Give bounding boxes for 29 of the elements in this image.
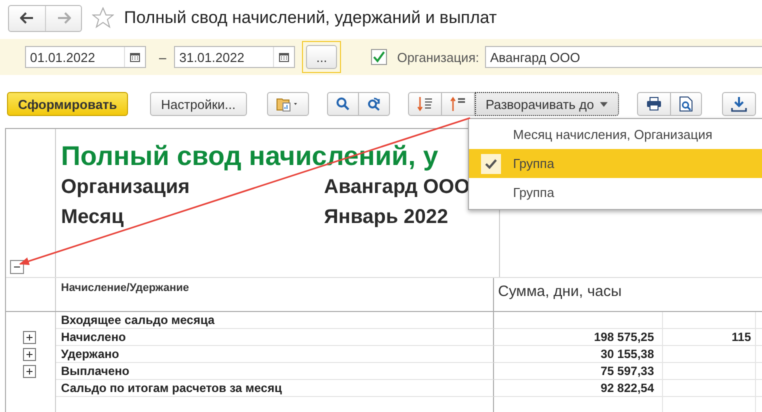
table-cell: 198 575,25 — [494, 329, 663, 346]
settings-button[interactable]: Настройки... — [150, 92, 247, 116]
parameter-label: Месяц — [61, 206, 125, 228]
date-field[interactable]: 31.01.2022 — [174, 46, 296, 68]
generate-button[interactable]: Сформировать — [7, 92, 128, 116]
table-cell: 115 — [663, 329, 756, 346]
table-cell: 75 597,33 — [494, 363, 663, 380]
range-dash: – — [159, 50, 166, 64]
table-cell: Удержано — [56, 346, 494, 363]
column-header: Сумма, дни, часы — [498, 283, 622, 300]
parameter-value: Авангард ООО — [324, 176, 470, 198]
menu-item[interactable]: Группа — [469, 178, 762, 207]
period-button[interactable]: ... — [306, 45, 338, 69]
expand-dropdown-button[interactable]: Разворачивать до — [474, 92, 619, 116]
menu-item[interactable]: Группа — [469, 149, 762, 178]
date-field[interactable]: 01.01.2022 — [25, 46, 146, 68]
column-header: Начисление/Удержание — [61, 282, 189, 294]
parameter-value: Январь 2022 — [324, 206, 448, 228]
table-cell: 30 155,38 — [494, 346, 663, 363]
window-title: Полный свод начислений, удержаний и выплат — [124, 8, 497, 28]
table-cell: Начислено — [56, 329, 494, 346]
organization-label: Организация: — [397, 50, 480, 64]
table-cell: Сальдо по итогам расчетов за месяц — [56, 380, 494, 397]
parameter-label: Организация — [61, 176, 191, 198]
table-cell: Входящее сальдо месяца — [56, 312, 494, 329]
table-cell: 92 822,54 — [494, 380, 663, 397]
organization-field[interactable]: Авангард ООО — [485, 46, 762, 68]
menu-item[interactable]: Месяц начисления, Организация — [469, 120, 762, 149]
table-cell: Выплачено — [56, 363, 494, 380]
